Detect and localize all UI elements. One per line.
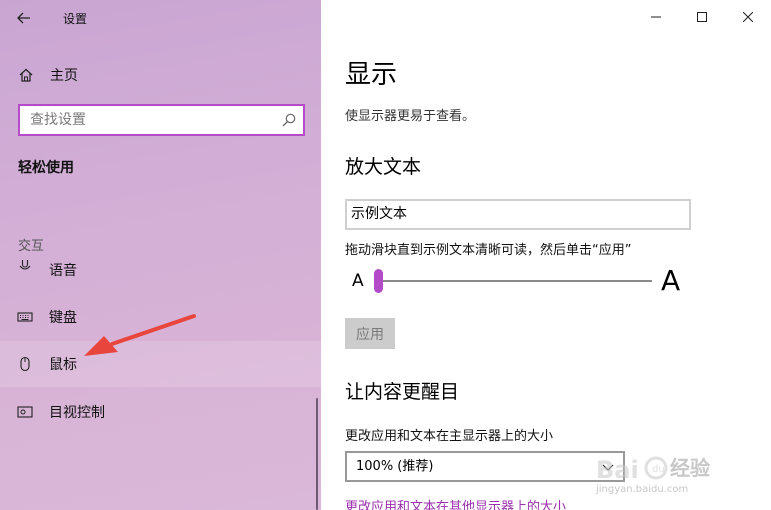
sidebar-item-label: 鼠标 (49, 357, 77, 373)
sidebar-item-home[interactable]: 主页 (0, 58, 321, 90)
sidebar-item-eye-control[interactable]: 目视控制 (0, 389, 321, 435)
text-size-slider-thumb[interactable] (374, 269, 383, 293)
sidebar-item-keyboard[interactable]: 键盘 (0, 294, 321, 340)
size-dropdown[interactable]: 100% (推荐) (345, 451, 625, 482)
sidebar-item-speech[interactable]: 语音 (0, 258, 321, 278)
group-label: 交互 (18, 239, 45, 254)
sidebar-item-label: 目视控制 (49, 405, 105, 421)
page-title: 显示 (345, 60, 398, 90)
text-size-slider-track[interactable] (380, 280, 652, 282)
section-heading: 轻松使用 (18, 160, 74, 176)
close-icon (743, 12, 753, 22)
mouse-icon (20, 356, 30, 372)
search-icon[interactable] (281, 112, 297, 128)
minimize-icon (651, 16, 661, 18)
watermark-url: jingyan.baidu.com (596, 484, 689, 495)
search-input[interactable] (20, 106, 275, 134)
home-icon (19, 68, 33, 82)
watermark-brand: 经验 (670, 456, 710, 480)
page-subtitle: 使显示器更易于查看。 (345, 109, 476, 124)
minimize-button[interactable] (633, 0, 679, 34)
section-title-enlarge-text: 放大文本 (345, 156, 422, 178)
sidebar-item-mouse[interactable]: 鼠标 (0, 341, 321, 387)
svg-text:du: du (652, 464, 665, 475)
window-controls (633, 0, 771, 34)
sample-text-box: 示例文本 (345, 199, 691, 230)
titlebar-left: 设置 (0, 0, 321, 36)
size-dropdown-value: 100% (推荐) (356, 459, 434, 474)
sidebar: 设置 主页 轻松使用 交互 语音 键盘 (0, 0, 321, 510)
keyboard-icon (17, 312, 33, 322)
apply-button[interactable]: 应用 (345, 318, 395, 349)
section-title-make-bigger: 让内容更醒目 (345, 381, 460, 403)
size-label: 更改应用和文本在主显示器上的大小 (345, 429, 554, 444)
slider-max-label: A (661, 264, 681, 297)
close-button[interactable] (725, 0, 771, 34)
svg-text:Bai: Bai (596, 456, 639, 484)
back-button[interactable] (10, 6, 38, 30)
slider-hint: 拖动滑块直到示例文本清晰可读，然后单击“应用” (345, 243, 632, 258)
app-title: 设置 (63, 12, 88, 26)
maximize-button[interactable] (679, 0, 725, 34)
search-box[interactable] (18, 104, 305, 136)
sidebar-item-label: 键盘 (49, 310, 77, 326)
sidebar-item-label: 主页 (50, 68, 78, 84)
sidebar-scrollbar[interactable] (316, 398, 318, 510)
other-displays-link[interactable]: 更改应用和文本在其他显示器上的大小 (345, 496, 566, 510)
slider-min-label: A (352, 271, 364, 291)
eye-control-icon (17, 406, 33, 418)
back-arrow-icon (17, 12, 30, 24)
microphone-icon (19, 260, 31, 270)
maximize-icon (697, 12, 707, 22)
main-content: 显示 使显示器更易于查看。 放大文本 示例文本 拖动滑块直到示例文本清晰可读，然… (321, 0, 771, 510)
sidebar-item-label: 语音 (49, 263, 77, 278)
